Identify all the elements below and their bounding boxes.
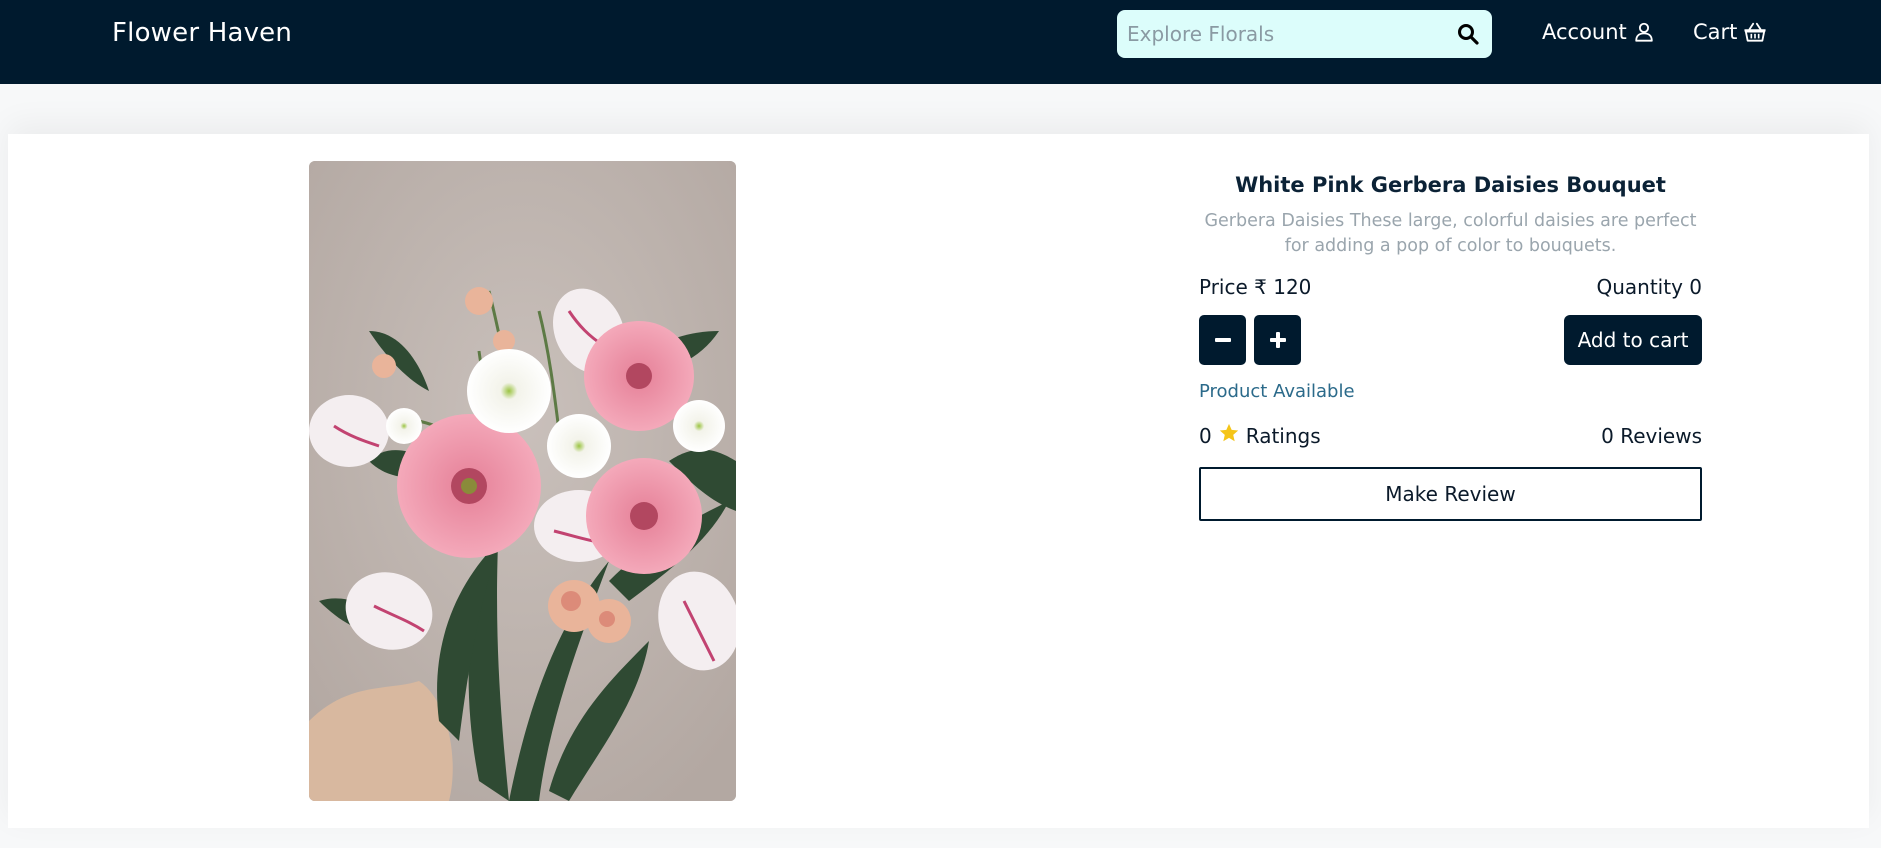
product-description: Gerbera Daisies These large, colorful da… bbox=[1204, 211, 1697, 256]
product-details: White Pink Gerbera Daisies Bouquet Gerbe… bbox=[1199, 161, 1702, 521]
search-bar bbox=[1117, 10, 1492, 58]
quantity-stepper bbox=[1199, 315, 1301, 365]
purchase-controls: Add to cart bbox=[1199, 315, 1702, 365]
reviews-count: 0 Reviews bbox=[1601, 424, 1702, 448]
make-review-button[interactable]: Make Review bbox=[1199, 467, 1702, 521]
product-image bbox=[309, 161, 736, 801]
plus-icon bbox=[1269, 332, 1286, 348]
ratings-row: 0 Ratings 0 Reviews bbox=[1199, 422, 1702, 450]
quantity-label: Quantity 0 bbox=[1596, 275, 1702, 299]
cart-label: Cart bbox=[1693, 20, 1738, 44]
search-input[interactable] bbox=[1127, 10, 1437, 58]
availability-status: Product Available bbox=[1199, 381, 1355, 402]
ratings-summary: 0 Ratings bbox=[1199, 422, 1321, 450]
brand-logo[interactable]: Flower Haven bbox=[112, 18, 292, 48]
bouquet-photo bbox=[309, 161, 736, 801]
ratings-label: Ratings bbox=[1245, 424, 1321, 448]
star-icon bbox=[1218, 422, 1240, 450]
account-link[interactable]: Account bbox=[1542, 20, 1655, 44]
search-icon[interactable] bbox=[1456, 22, 1480, 46]
account-label: Account bbox=[1542, 20, 1627, 44]
price-quantity-row: Price ₹ 120 Quantity 0 bbox=[1199, 275, 1702, 299]
basket-icon bbox=[1743, 21, 1767, 43]
increment-button[interactable] bbox=[1254, 315, 1301, 365]
navbar: Flower Haven Account Cart bbox=[0, 0, 1881, 84]
decrement-button[interactable] bbox=[1199, 315, 1246, 365]
add-to-cart-button[interactable]: Add to cart bbox=[1564, 315, 1702, 365]
cart-link[interactable]: Cart bbox=[1693, 20, 1767, 44]
user-icon bbox=[1633, 21, 1655, 43]
product-title: White Pink Gerbera Daisies Bouquet bbox=[1235, 173, 1666, 197]
ratings-count: 0 bbox=[1199, 424, 1212, 448]
minus-icon bbox=[1214, 338, 1231, 342]
price-label: Price ₹ 120 bbox=[1199, 275, 1312, 299]
